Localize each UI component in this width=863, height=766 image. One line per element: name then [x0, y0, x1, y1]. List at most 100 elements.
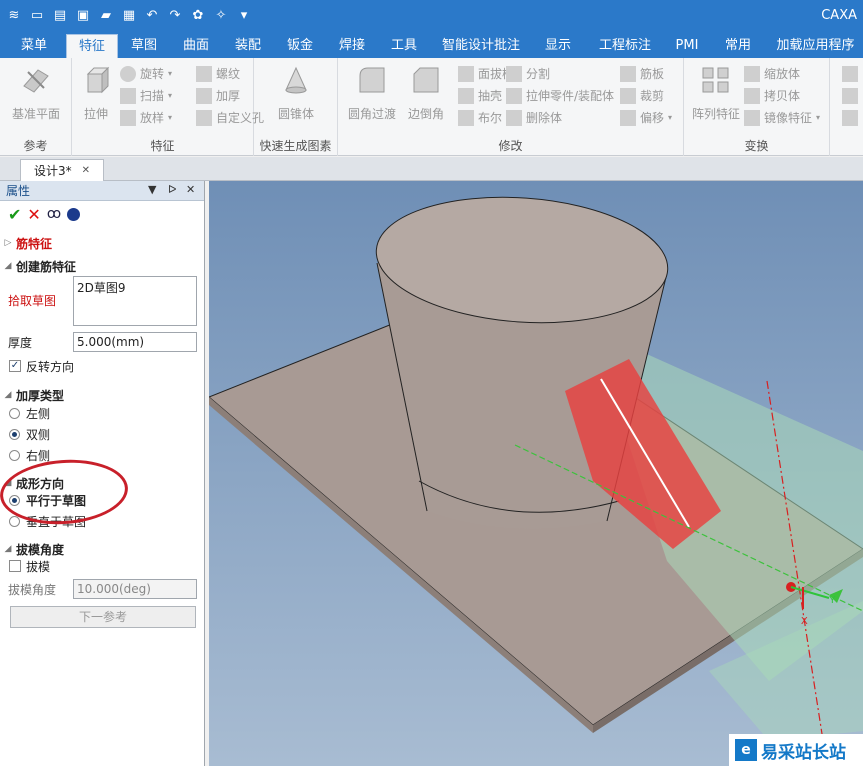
custom-hole-icon	[196, 110, 212, 126]
boolean-button[interactable]: 布尔	[458, 108, 502, 128]
group-modify-label: 修改	[498, 139, 523, 153]
mirror-button[interactable]: 镜像特征 ▾	[744, 108, 820, 128]
tab-display[interactable]: 显示	[536, 34, 580, 58]
thicken-both-option[interactable]: 双侧	[0, 424, 204, 444]
close-icon[interactable]: ✕	[82, 165, 90, 176]
tab-assembly[interactable]: 装配	[226, 34, 270, 58]
section-rib-feature[interactable]: ▷ 筋特征	[0, 233, 204, 253]
sparkle-icon[interactable]: ✧	[211, 5, 231, 25]
pick-sketch-field[interactable]: 2D草图9	[73, 276, 197, 326]
loft-button[interactable]: 放样 ▾	[120, 108, 172, 128]
tab-welding[interactable]: 焊接	[330, 34, 374, 58]
section-thicken-type[interactable]: ◢ 加厚类型	[0, 385, 204, 405]
copy-body-label: 拷贝体	[764, 89, 801, 103]
datum-plane-label: 基准平面	[11, 107, 60, 121]
radio-right[interactable]	[9, 449, 20, 461]
reverse-direction-row[interactable]: ✓ 反转方向	[0, 356, 204, 376]
watermark: e 易采站长站	[729, 734, 863, 766]
group-transform-label: 变换	[744, 139, 769, 153]
rib-icon	[620, 66, 636, 82]
scale-button[interactable]: 缩放体	[744, 64, 800, 84]
partial-icon-2[interactable]	[842, 88, 858, 104]
close-icon[interactable]: ✕	[186, 183, 195, 196]
datum-plane-button[interactable]: 基准平面	[6, 64, 66, 122]
pattern-button[interactable]: 阵列特征	[686, 64, 746, 122]
shell-label: 抽壳	[478, 89, 503, 103]
blue-dot-icon[interactable]	[67, 207, 81, 221]
sweep-button[interactable]: 扫描 ▾	[120, 86, 172, 106]
loft-label: 放样	[140, 111, 165, 125]
cone-button[interactable]: 圆锥体	[266, 64, 326, 122]
tab-smart-design[interactable]: 智能设计批注	[436, 34, 526, 58]
settings-icon[interactable]: ✿	[188, 5, 208, 25]
tab-sketch[interactable]: 草图	[122, 34, 166, 58]
thicken-left-option[interactable]: 左侧	[0, 403, 204, 423]
redo-icon[interactable]: ↷	[165, 5, 185, 25]
thread-button[interactable]: 螺纹	[196, 64, 240, 84]
radio-left[interactable]	[9, 407, 20, 419]
title-bar: ≋ ▭ ▤ ▣ ▰ ▦ ↶ ↷ ✿ ✧ ▾ CAXA	[0, 0, 863, 32]
save-icon[interactable]: ▦	[119, 5, 139, 25]
dropdown-icon[interactable]: ▾	[234, 5, 254, 25]
tab-addins[interactable]: 加载应用程序	[768, 34, 863, 58]
section-create-title: 创建筋特征	[16, 259, 77, 274]
partial-icon-3[interactable]	[842, 110, 858, 126]
dropdown-icon[interactable]: ▼	[148, 183, 156, 196]
tab-surface[interactable]: 曲面	[174, 34, 218, 58]
open-icon[interactable]: ▤	[50, 5, 70, 25]
watermark-text: 易采站长站	[761, 742, 846, 763]
rib-button[interactable]: 筋板	[620, 64, 664, 84]
tab-common[interactable]: 常用	[716, 34, 760, 58]
chevron-down-icon: ▾	[168, 69, 173, 78]
thicken-button[interactable]: 加厚	[196, 86, 240, 106]
tab-sheetmetal[interactable]: 钣金	[278, 34, 322, 58]
pattern-label: 阵列特征	[691, 107, 740, 121]
radio-both[interactable]	[9, 428, 20, 440]
section-create-rib[interactable]: ◢ 创建筋特征	[0, 256, 204, 276]
shell-button[interactable]: 抽壳	[458, 86, 502, 106]
document-tab[interactable]: 设计3* ✕	[20, 159, 104, 181]
draft-angle-title: 拔模角度	[16, 542, 65, 557]
thicken-label: 加厚	[216, 89, 241, 103]
ribbon-panel: 基准平面 参考 拉伸 旋转 ▾ 扫描 ▾ 放样 ▾ 螺纹 加厚 自定义孔 特征 圆锥体…	[0, 58, 863, 156]
split-button[interactable]: 分割	[506, 64, 550, 84]
tab-dimension[interactable]: 工程标注	[590, 34, 660, 58]
new-icon[interactable]: ▭	[27, 5, 47, 25]
stretch-part-button[interactable]: 拉伸零件/装配体	[506, 86, 614, 106]
next-reference-button[interactable]: 下一参考	[10, 606, 196, 628]
pin-icon[interactable]: ᐅ	[168, 183, 176, 196]
trim-button[interactable]: 裁剪	[620, 86, 664, 106]
partial-icon-1[interactable]	[842, 66, 858, 82]
undo-icon[interactable]: ↶	[142, 5, 162, 25]
copy-body-button[interactable]: 拷贝体	[744, 86, 800, 106]
folder-icon[interactable]: ▰	[96, 5, 116, 25]
extrude-button[interactable]: 拉伸	[72, 64, 120, 122]
sweep-label: 扫描	[140, 89, 165, 103]
tab-tools[interactable]: 工具	[382, 34, 426, 58]
revolve-button[interactable]: 旋转 ▾	[120, 64, 172, 84]
layers-icon[interactable]: ≋	[4, 5, 24, 25]
delete-body-button[interactable]: 删除体	[506, 108, 562, 128]
preview-icon[interactable]: ꝏ	[47, 206, 61, 222]
thicken-icon	[196, 88, 212, 104]
chamfer-icon	[413, 67, 439, 93]
offset-button[interactable]: 偏移 ▾	[620, 108, 672, 128]
draft-row[interactable]: 拔模	[0, 556, 204, 576]
thicken-right-option[interactable]: 右侧	[0, 445, 204, 465]
tab-feature[interactable]: 特征	[66, 34, 118, 58]
panel-header: 属性 ▼ ᐅ ✕	[0, 181, 204, 201]
delete-body-icon	[506, 110, 522, 126]
thickness-field[interactable]: 5.000(mm)	[73, 332, 197, 352]
chamfer-button[interactable]: 边倒角	[396, 64, 456, 122]
draft-checkbox[interactable]	[9, 560, 21, 572]
fillet-button[interactable]: 圆角过渡	[342, 64, 402, 122]
draft-angle-field[interactable]: 10.000(deg)	[73, 579, 197, 599]
tab-menu[interactable]: 菜单	[8, 34, 60, 58]
cancel-icon[interactable]: ✕	[27, 205, 40, 224]
confirm-icon[interactable]: ✔	[8, 205, 21, 224]
tab-pmi[interactable]: PMI	[668, 34, 706, 58]
3d-viewport[interactable]: Y X e 易采站长站	[209, 181, 863, 766]
print-icon[interactable]: ▣	[73, 5, 93, 25]
reverse-checkbox[interactable]: ✓	[9, 360, 21, 372]
cone-icon	[285, 66, 307, 94]
